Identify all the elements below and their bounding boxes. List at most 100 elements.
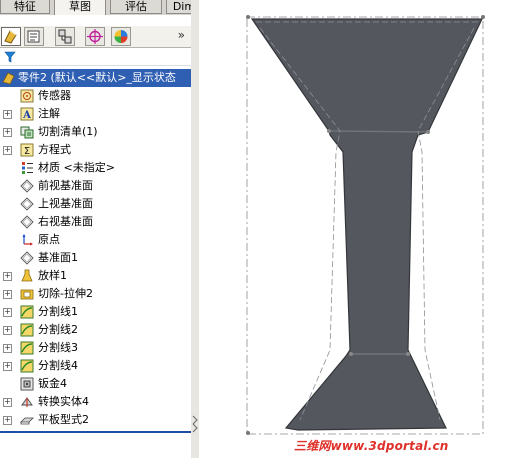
tab-dimxpert[interactable]: DimXpert bbox=[166, 0, 191, 14]
expand-toggle[interactable]: + bbox=[3, 110, 12, 119]
tab-sketch[interactable]: 草图 bbox=[54, 0, 106, 15]
command-tabs: 特征 草图 评估 DimXpert bbox=[0, 0, 191, 15]
tree-root-label: 零件2 (默认<<默认>_显示状态 bbox=[18, 71, 176, 84]
vertex-point bbox=[406, 352, 410, 356]
tree-item-sensors[interactable]: 传感器 bbox=[0, 87, 191, 105]
tree-item-cut-list[interactable]: + 切割清单(1) bbox=[0, 123, 191, 141]
tree-item-label: 原点 bbox=[38, 233, 60, 246]
vertex-point bbox=[327, 129, 331, 133]
expand-toggle[interactable]: + bbox=[3, 398, 12, 407]
dimxpert-manager-tab-button[interactable] bbox=[85, 27, 105, 46]
tree-item-equations[interactable]: + Σ 方程式 bbox=[0, 141, 191, 159]
expand-toggle[interactable]: + bbox=[3, 326, 12, 335]
expand-toggle[interactable]: + bbox=[3, 146, 12, 155]
feature-tree: 零件2 (默认<<默认>_显示状态 传感器 + A 注解 + 切割清单(1) +… bbox=[0, 69, 191, 429]
annotation-icon: A bbox=[20, 107, 34, 121]
flat-pattern-icon bbox=[20, 417, 34, 425]
display-manager-tab-button[interactable] bbox=[111, 27, 131, 46]
tree-item-split-line3[interactable]: + 分割线3 bbox=[0, 339, 191, 357]
vertex-point bbox=[426, 130, 430, 134]
bend-line-top bbox=[328, 130, 429, 133]
part-model-view[interactable] bbox=[199, 0, 513, 458]
tree-item-flat-pattern2[interactable]: + 平板型式2 bbox=[0, 411, 191, 429]
expand-toggle[interactable]: + bbox=[3, 344, 12, 353]
watermark-text: 三维网www.3dportal.cn bbox=[294, 439, 449, 453]
expand-toggle[interactable]: + bbox=[3, 272, 12, 281]
tree-item-plane1[interactable]: 基准面1 bbox=[0, 249, 191, 267]
tree-item-loft1[interactable]: + 放样1 bbox=[0, 267, 191, 285]
tree-item-label: 分割线2 bbox=[38, 323, 78, 336]
part-icon bbox=[2, 72, 15, 85]
tree-item-label: 分割线4 bbox=[38, 359, 78, 372]
property-manager-icon bbox=[27, 30, 40, 43]
vertex-point bbox=[349, 352, 353, 356]
expand-tabs-icon[interactable]: » bbox=[178, 28, 185, 42]
split-line-icon bbox=[20, 359, 34, 373]
tree-item-label: 放样1 bbox=[38, 269, 67, 282]
property-manager-tab-button[interactable] bbox=[24, 27, 44, 46]
tree-item-annotations[interactable]: + A 注解 bbox=[0, 105, 191, 123]
tree-item-label: 材质 <未指定> bbox=[38, 161, 115, 174]
loft-icon bbox=[21, 269, 33, 282]
panel-splitter[interactable] bbox=[191, 0, 199, 458]
expand-toggle[interactable]: + bbox=[3, 308, 12, 317]
tree-item-material[interactable]: 材质 <未指定> bbox=[0, 159, 191, 177]
cut-list-icon bbox=[20, 126, 34, 139]
split-line-icon bbox=[20, 341, 34, 355]
tree-item-label: 右视基准面 bbox=[38, 215, 93, 228]
feature-manager-panel: 特征 草图 评估 DimXpert bbox=[0, 0, 192, 458]
tree-end-marker bbox=[0, 431, 191, 433]
expand-toggle[interactable]: + bbox=[3, 128, 12, 137]
filter-bar[interactable] bbox=[0, 48, 191, 66]
crosshair-icon bbox=[87, 29, 103, 44]
tree-item-split-line1[interactable]: + 分割线1 bbox=[0, 303, 191, 321]
tab-features[interactable]: 特征 bbox=[0, 0, 50, 14]
tree-item-cut-extrude2[interactable]: + 切除-拉伸2 bbox=[0, 285, 191, 303]
tree-item-convert-entity4[interactable]: + 转换实体4 bbox=[0, 393, 191, 411]
plane-icon bbox=[20, 251, 34, 265]
tree-item-label: 方程式 bbox=[38, 143, 71, 156]
origin-icon bbox=[22, 234, 33, 246]
tree-item-top-plane[interactable]: 上视基准面 bbox=[0, 195, 191, 213]
tree-item-label: 平板型式2 bbox=[38, 413, 89, 426]
appearance-icon bbox=[114, 30, 128, 43]
tree-item-label: 分割线1 bbox=[38, 305, 78, 318]
tree-item-label: 切除-拉伸2 bbox=[38, 287, 93, 300]
split-line-icon bbox=[20, 305, 34, 319]
tree-item-label: 传感器 bbox=[38, 89, 71, 102]
vertex-point bbox=[246, 15, 250, 19]
filter-icon[interactable] bbox=[4, 51, 16, 63]
expand-toggle[interactable]: + bbox=[3, 290, 12, 299]
part-body bbox=[250, 18, 483, 431]
graphics-area[interactable]: 三维网www.3dportal.cn bbox=[199, 0, 513, 458]
plane-icon bbox=[20, 179, 34, 193]
tree-item-label: 上视基准面 bbox=[38, 197, 93, 210]
svg-text:A: A bbox=[22, 110, 31, 121]
expand-toggle[interactable]: + bbox=[3, 416, 12, 425]
plane-icon bbox=[20, 197, 34, 211]
vertex-point bbox=[481, 15, 485, 19]
sheet-metal-icon bbox=[20, 377, 34, 391]
expand-toggle[interactable]: + bbox=[3, 362, 12, 371]
tree-item-label: 切割清单(1) bbox=[38, 125, 98, 138]
equation-icon: Σ bbox=[20, 143, 34, 157]
tree-root-part[interactable]: 零件2 (默认<<默认>_显示状态 bbox=[0, 69, 191, 87]
tree-item-front-plane[interactable]: 前视基准面 bbox=[0, 177, 191, 195]
tree-item-split-line2[interactable]: + 分割线2 bbox=[0, 321, 191, 339]
tree-item-right-plane[interactable]: 右视基准面 bbox=[0, 213, 191, 231]
split-line-icon bbox=[20, 323, 34, 337]
tree-item-origin[interactable]: 原点 bbox=[0, 231, 191, 249]
feature-manager-tab-button[interactable] bbox=[1, 27, 21, 46]
configuration-manager-tab-button[interactable] bbox=[55, 27, 75, 46]
feature-manager-icon bbox=[4, 30, 17, 44]
splitter-grip-icon[interactable] bbox=[191, 414, 199, 434]
tree-item-sheet-metal4[interactable]: 钣金4 bbox=[0, 375, 191, 393]
tree-item-label: 转换实体4 bbox=[38, 395, 89, 408]
tree-item-split-line4[interactable]: + 分割线4 bbox=[0, 357, 191, 375]
tab-evaluate[interactable]: 评估 bbox=[110, 0, 162, 14]
plane-icon bbox=[20, 215, 34, 229]
tree-item-label: 钣金4 bbox=[38, 377, 67, 390]
material-icon bbox=[22, 162, 33, 174]
configuration-manager-icon bbox=[58, 29, 72, 44]
cut-extrude-icon bbox=[20, 289, 34, 300]
